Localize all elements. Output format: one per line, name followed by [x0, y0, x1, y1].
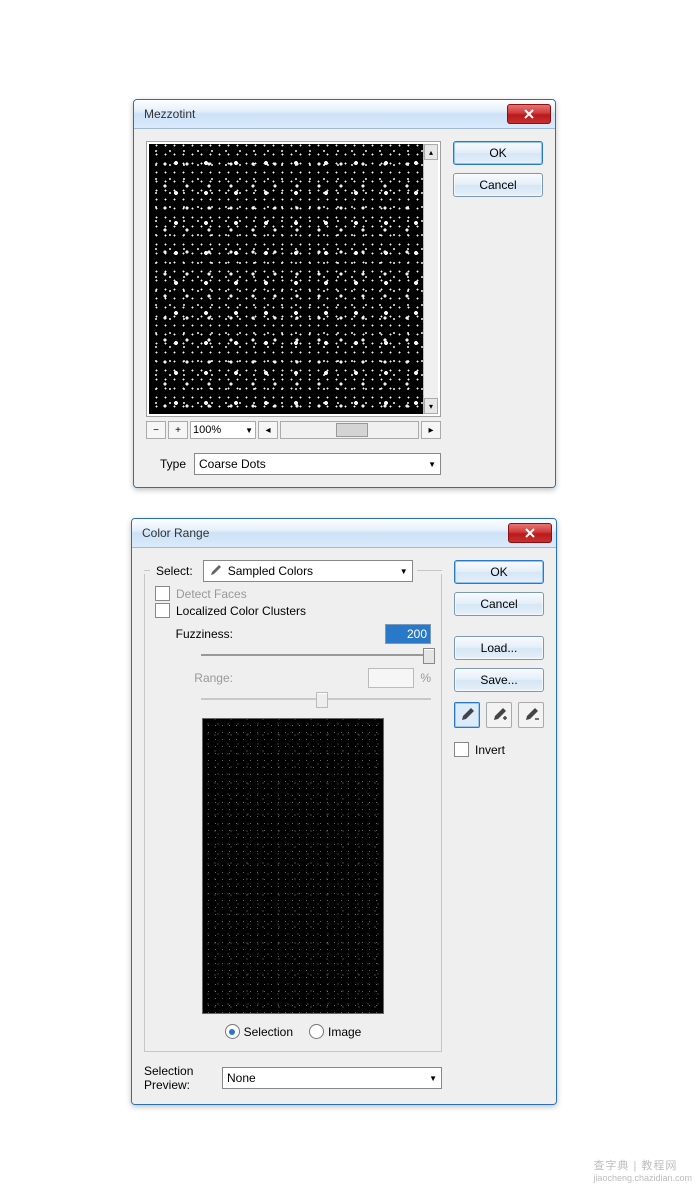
selection-preview-label: Selection Preview: [144, 1064, 216, 1092]
detect-faces-label: Detect Faces [176, 587, 247, 601]
cancel-button[interactable]: Cancel [453, 173, 543, 197]
select-combo[interactable]: Sampled Colors ▼ [203, 560, 413, 582]
select-label: Select: [150, 564, 199, 578]
eyedropper-button[interactable] [454, 702, 480, 728]
preview-horizontal-scrollbar[interactable] [280, 421, 419, 439]
color-range-fieldset: Detect Faces Localized Color Clusters Fu… [144, 574, 442, 1052]
eyedropper-subtract-button[interactable] [518, 702, 544, 728]
color-range-left-panel: Select: Sampled Colors ▼ Detect F [144, 560, 442, 1092]
mezzotint-preview[interactable] [149, 144, 423, 414]
type-label: Type [146, 457, 186, 471]
eyedropper-icon [208, 564, 222, 578]
mezzotint-preview-container: ▴ ▾ [146, 141, 441, 417]
range-unit: % [420, 671, 431, 685]
mezzotint-dialog: Mezzotint ▴ ▾ − + 100% ▼ [133, 99, 556, 488]
chevron-down-icon: ▼ [429, 1074, 437, 1083]
ok-button[interactable]: OK [454, 560, 544, 584]
invert-checkbox[interactable] [454, 742, 469, 757]
color-range-title: Color Range [142, 526, 508, 540]
selection-radio[interactable] [225, 1024, 240, 1039]
localized-clusters-label: Localized Color Clusters [176, 604, 306, 618]
mezzotint-title: Mezzotint [144, 107, 507, 121]
localized-clusters-row: Localized Color Clusters [155, 603, 431, 618]
preview-toolbar: − + 100% ▼ ◂ ▸ [146, 421, 441, 439]
zoom-out-button[interactable]: − [146, 421, 166, 439]
zoom-level-combo[interactable]: 100% ▼ [190, 421, 256, 439]
range-slider [201, 692, 431, 706]
scroll-left-button[interactable]: ◂ [258, 421, 278, 439]
fuzziness-input[interactable]: 200 [385, 624, 431, 644]
fuzziness-row: Fuzziness: 200 [155, 624, 431, 644]
selection-preview-value: None [227, 1071, 256, 1085]
slider-thumb [316, 692, 328, 708]
image-radio[interactable] [309, 1024, 324, 1039]
zoom-in-button[interactable]: + [168, 421, 188, 439]
preview-vertical-scrollbar[interactable]: ▴ ▾ [423, 144, 438, 414]
eyedropper-plus-icon [491, 707, 507, 723]
chevron-down-icon: ▼ [245, 426, 253, 435]
mezzotint-body: ▴ ▾ − + 100% ▼ ◂ ▸ Type [134, 129, 555, 487]
eyedropper-buttons [454, 702, 544, 728]
invert-row: Invert [454, 742, 544, 757]
range-label: Range: [155, 671, 233, 685]
ok-button[interactable]: OK [453, 141, 543, 165]
save-button[interactable]: Save... [454, 668, 544, 692]
scroll-down-button[interactable]: ▾ [424, 398, 438, 414]
eyedropper-icon [459, 707, 475, 723]
slider-thumb[interactable] [423, 648, 435, 664]
preview-mode-radios: Selection Image [155, 1024, 431, 1039]
mezzotint-button-column: OK Cancel [453, 141, 543, 475]
close-icon [524, 109, 534, 119]
load-button[interactable]: Load... [454, 636, 544, 660]
scroll-right-button[interactable]: ▸ [421, 421, 441, 439]
close-icon [525, 528, 535, 538]
chevron-down-icon: ▼ [400, 567, 408, 576]
mezzotint-left-panel: ▴ ▾ − + 100% ▼ ◂ ▸ Type [146, 141, 441, 475]
image-radio-label: Image [328, 1025, 361, 1039]
zoom-level-value: 100% [193, 424, 221, 436]
selection-preview-combo[interactable]: None ▼ [222, 1067, 442, 1089]
type-combo[interactable]: Coarse Dots ▼ [194, 453, 441, 475]
cancel-button[interactable]: Cancel [454, 592, 544, 616]
scroll-up-button[interactable]: ▴ [424, 144, 438, 160]
close-button[interactable] [507, 104, 551, 124]
color-range-titlebar[interactable]: Color Range [132, 519, 556, 548]
eyedropper-add-button[interactable] [486, 702, 512, 728]
color-range-button-column: OK Cancel Load... Save... [454, 560, 544, 1092]
detect-faces-row: Detect Faces [155, 586, 431, 601]
watermark: 查字典 | 教程网 jiaocheng.chazidian.com [593, 1157, 692, 1183]
selection-preview-row: Selection Preview: None ▼ [144, 1064, 442, 1092]
detect-faces-checkbox[interactable] [155, 586, 170, 601]
chevron-down-icon: ▼ [428, 460, 436, 469]
color-range-dialog: Color Range Select: Sampled Colors [131, 518, 557, 1105]
invert-label: Invert [475, 743, 505, 757]
color-range-body: Select: Sampled Colors ▼ Detect F [132, 548, 556, 1104]
scrollbar-thumb[interactable] [336, 423, 368, 437]
color-range-preview[interactable] [202, 718, 384, 1014]
selection-radio-label: Selection [244, 1025, 293, 1039]
range-input [368, 668, 414, 688]
range-row: Range: % [155, 668, 431, 688]
type-row: Type Coarse Dots ▼ [146, 453, 441, 475]
eyedropper-minus-icon [523, 707, 539, 723]
close-button[interactable] [508, 523, 552, 543]
type-value: Coarse Dots [199, 457, 266, 471]
localized-clusters-checkbox[interactable] [155, 603, 170, 618]
select-value: Sampled Colors [228, 564, 313, 578]
fuzziness-label: Fuzziness: [155, 627, 233, 641]
fuzziness-slider[interactable] [201, 648, 431, 662]
mezzotint-titlebar[interactable]: Mezzotint [134, 100, 555, 129]
